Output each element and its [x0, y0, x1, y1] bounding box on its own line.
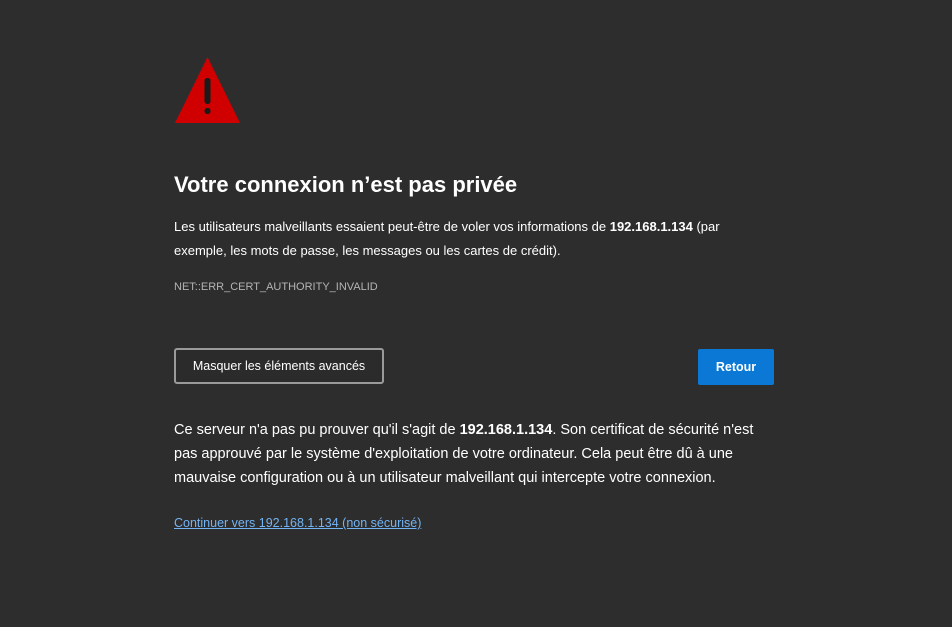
back-button[interactable]: Retour: [698, 349, 774, 385]
page-title: Votre connexion n’est pas privée: [174, 172, 518, 197]
details-text: Ce serveur n'a pas pu prouver qu'il s'ag…: [174, 418, 774, 490]
intro-text: Les utilisateurs malveillants essaient p…: [174, 215, 774, 263]
warning-triangle-icon: [175, 57, 240, 123]
interstitial-page: Votre connexion n’est pas privée Les uti…: [0, 0, 952, 627]
details-text-before: Ce serveur n'a pas pu prouver qu'il s'ag…: [174, 422, 460, 438]
proceed-unsafe-link[interactable]: Continuer vers 192.168.1.134 (non sécuri…: [174, 514, 421, 532]
details-host: 192.168.1.134: [459, 422, 553, 438]
error-code[interactable]: NET::ERR_CERT_AUTHORITY_INVALID: [174, 279, 378, 295]
intro-host: 192.168.1.134: [609, 219, 693, 234]
hide-advanced-button[interactable]: Masquer les éléments avancés: [174, 348, 384, 384]
intro-text-before: Les utilisateurs malveillants essaient p…: [174, 219, 610, 234]
